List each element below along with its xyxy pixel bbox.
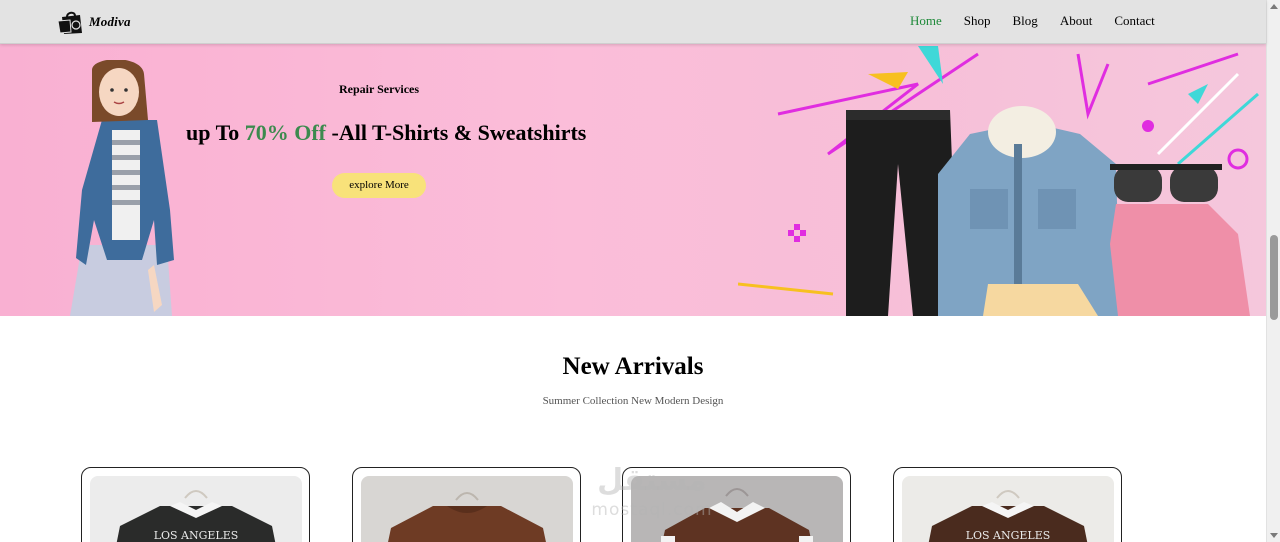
product-print-text: LOS ANGELES <box>154 529 239 542</box>
brand-logo[interactable]: Modiva <box>56 8 136 36</box>
nav-about[interactable]: About <box>1060 13 1093 29</box>
hero-title: up To 70% Off -All T-Shirts & Sweatshirt… <box>186 120 586 146</box>
scroll-down-arrow-icon[interactable] <box>1270 533 1278 538</box>
explore-more-button[interactable]: explore More <box>332 173 426 198</box>
main-nav: Home Shop Blog About Contact <box>910 13 1177 29</box>
shopping-bag-icon <box>57 11 82 34</box>
product-image <box>361 476 573 542</box>
product-image: LOS ANGELES <box>902 476 1114 542</box>
product-print-text: LOS ANGELES <box>966 529 1051 542</box>
product-card[interactable] <box>622 467 851 542</box>
brand-name: Modiva <box>89 14 131 29</box>
nav-home[interactable]: Home <box>910 13 942 29</box>
sweater-image <box>661 488 813 542</box>
section-subtitle: Summer Collection New Modern Design <box>542 395 724 407</box>
hero-title-post: -All T-Shirts & Sweatshirts <box>326 120 587 145</box>
site-header: Modiva Home Shop Blog About Contact <box>0 0 1266 44</box>
nav-contact[interactable]: Contact <box>1114 13 1154 29</box>
sweatshirt-image: LOS ANGELES <box>116 490 276 542</box>
clothing-illustration <box>738 46 1259 316</box>
nav-blog[interactable]: Blog <box>1013 13 1038 29</box>
scrollbar-thumb[interactable] <box>1270 235 1278 320</box>
scroll-up-arrow-icon[interactable] <box>1270 4 1278 9</box>
hero-title-pre: up To <box>186 120 245 145</box>
product-image <box>631 476 843 542</box>
sweatshirt-image: LOS ANGELES <box>928 490 1088 542</box>
nav-shop[interactable]: Shop <box>964 13 991 29</box>
product-card[interactable]: LOS ANGELES <box>893 467 1122 542</box>
section-title: New Arrivals <box>562 353 704 380</box>
hero-title-highlight: 70% Off <box>244 120 326 145</box>
sweater-image <box>388 492 546 542</box>
hero-banner: Repair Services up To 70% Off -All T-Shi… <box>0 44 1266 316</box>
woman-illustration <box>70 60 174 316</box>
product-image: LOS ANGELES <box>90 476 302 542</box>
product-card[interactable] <box>352 467 581 542</box>
page-scrollbar[interactable] <box>1266 0 1280 542</box>
product-card[interactable]: LOS ANGELES <box>81 467 310 542</box>
hero-kicker: Repair Services <box>338 82 420 96</box>
